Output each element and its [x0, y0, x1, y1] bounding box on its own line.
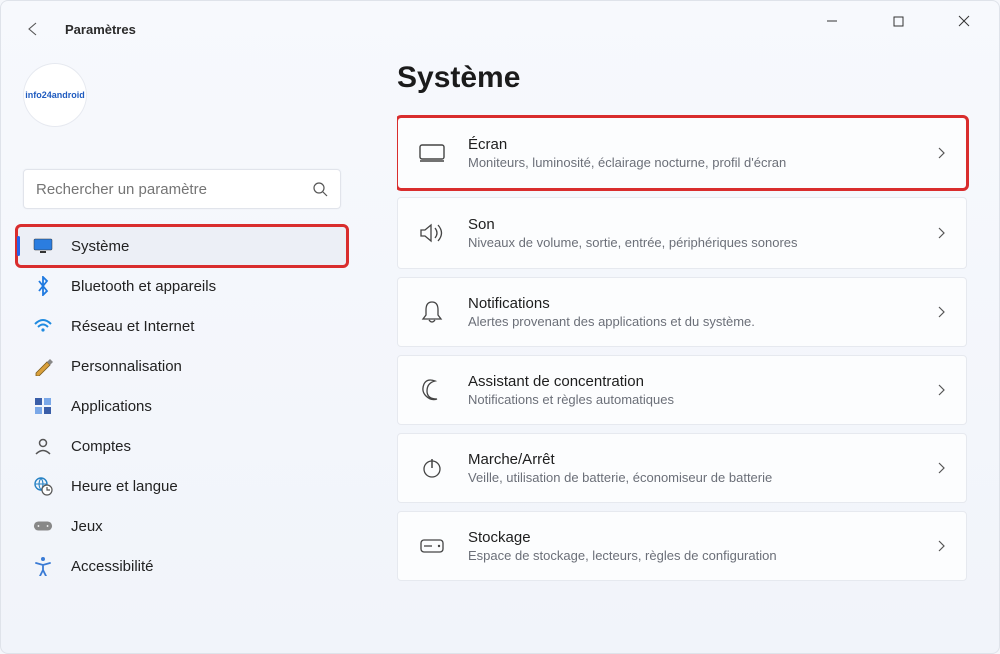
- panel-title: Écran: [468, 136, 914, 153]
- sidebar: Système Bluetooth et appareils Réseau et…: [17, 226, 347, 586]
- chevron-right-icon: [936, 539, 946, 553]
- window-controls: [815, 1, 999, 41]
- main-content: Système Écran Moniteurs, luminosité, écl…: [397, 61, 979, 643]
- avatar-label: info24android: [25, 91, 85, 100]
- panel-text: Son Niveaux de volume, sortie, entrée, p…: [468, 216, 914, 250]
- panel-subtitle: Veille, utilisation de batterie, économi…: [468, 470, 914, 485]
- sidebar-item-label: Réseau et Internet: [71, 318, 194, 335]
- panel-subtitle: Alertes provenant des applications et du…: [468, 314, 914, 329]
- panel-text: Assistant de concentration Notifications…: [468, 373, 914, 407]
- wifi-icon: [33, 316, 53, 336]
- panel-marche-arret[interactable]: Marche/Arrêt Veille, utilisation de batt…: [397, 433, 967, 503]
- header: Paramètres: [23, 19, 136, 39]
- settings-window: Paramètres info24android Système Bluetoo…: [0, 0, 1000, 654]
- panel-title: Son: [468, 216, 914, 233]
- moon-icon: [418, 376, 446, 404]
- panel-text: Écran Moniteurs, luminosité, éclairage n…: [468, 136, 914, 170]
- sidebar-item-systeme[interactable]: Système: [17, 226, 347, 266]
- user-avatar[interactable]: info24android: [23, 63, 87, 127]
- panel-ecran[interactable]: Écran Moniteurs, luminosité, éclairage n…: [397, 117, 967, 189]
- app-title: Paramètres: [65, 22, 136, 37]
- paint-icon: [33, 356, 53, 376]
- user-icon: [33, 436, 53, 456]
- sidebar-item-label: Personnalisation: [71, 358, 182, 375]
- panel-subtitle: Niveaux de volume, sortie, entrée, périp…: [468, 235, 914, 250]
- panel-stockage[interactable]: Stockage Espace de stockage, lecteurs, r…: [397, 511, 967, 581]
- page-heading: Système: [397, 61, 979, 95]
- sidebar-item-heure-langue[interactable]: Heure et langue: [17, 466, 347, 506]
- sound-icon: [418, 219, 446, 247]
- sidebar-item-applications[interactable]: Applications: [17, 386, 347, 426]
- panel-notifications[interactable]: Notifications Alertes provenant des appl…: [397, 277, 967, 347]
- sidebar-item-bluetooth[interactable]: Bluetooth et appareils: [17, 266, 347, 306]
- bell-icon: [418, 298, 446, 326]
- panel-title: Notifications: [468, 295, 914, 312]
- minimize-button[interactable]: [815, 6, 849, 36]
- sidebar-item-label: Bluetooth et appareils: [71, 278, 216, 295]
- apps-icon: [33, 396, 53, 416]
- game-icon: [33, 516, 53, 536]
- sidebar-item-label: Jeux: [71, 518, 103, 535]
- sidebar-item-label: Comptes: [71, 438, 131, 455]
- back-button[interactable]: [23, 19, 43, 39]
- chevron-right-icon: [936, 461, 946, 475]
- search-icon: [312, 181, 328, 197]
- globe-clock-icon: [33, 476, 53, 496]
- chevron-right-icon: [936, 305, 946, 319]
- sidebar-item-accessibilite[interactable]: Accessibilité: [17, 546, 347, 586]
- sidebar-item-reseau[interactable]: Réseau et Internet: [17, 306, 347, 346]
- power-icon: [418, 454, 446, 482]
- panel-text: Stockage Espace de stockage, lecteurs, r…: [468, 529, 914, 563]
- panel-text: Marche/Arrêt Veille, utilisation de batt…: [468, 451, 914, 485]
- close-button[interactable]: [947, 6, 981, 36]
- panel-subtitle: Espace de stockage, lecteurs, règles de …: [468, 548, 914, 563]
- search-input[interactable]: [36, 181, 312, 198]
- panel-title: Marche/Arrêt: [468, 451, 914, 468]
- sidebar-item-personnalisation[interactable]: Personnalisation: [17, 346, 347, 386]
- accessibility-icon: [33, 556, 53, 576]
- panel-subtitle: Notifications et règles automatiques: [468, 392, 914, 407]
- display-icon: [418, 139, 446, 167]
- monitor-icon: [33, 236, 53, 256]
- panel-title: Assistant de concentration: [468, 373, 914, 390]
- settings-panel-list: Écran Moniteurs, luminosité, éclairage n…: [397, 117, 979, 581]
- search-box[interactable]: [23, 169, 341, 209]
- maximize-button[interactable]: [881, 6, 915, 36]
- sidebar-item-label: Accessibilité: [71, 558, 154, 575]
- panel-son[interactable]: Son Niveaux de volume, sortie, entrée, p…: [397, 197, 967, 269]
- chevron-right-icon: [936, 383, 946, 397]
- storage-icon: [418, 532, 446, 560]
- sidebar-item-label: Heure et langue: [71, 478, 178, 495]
- sidebar-item-label: Système: [71, 238, 129, 255]
- panel-text: Notifications Alertes provenant des appl…: [468, 295, 914, 329]
- panel-title: Stockage: [468, 529, 914, 546]
- sidebar-item-label: Applications: [71, 398, 152, 415]
- sidebar-item-comptes[interactable]: Comptes: [17, 426, 347, 466]
- bluetooth-icon: [33, 276, 53, 296]
- chevron-right-icon: [936, 146, 946, 160]
- sidebar-item-jeux[interactable]: Jeux: [17, 506, 347, 546]
- panel-concentration[interactable]: Assistant de concentration Notifications…: [397, 355, 967, 425]
- panel-subtitle: Moniteurs, luminosité, éclairage nocturn…: [468, 155, 914, 170]
- chevron-right-icon: [936, 226, 946, 240]
